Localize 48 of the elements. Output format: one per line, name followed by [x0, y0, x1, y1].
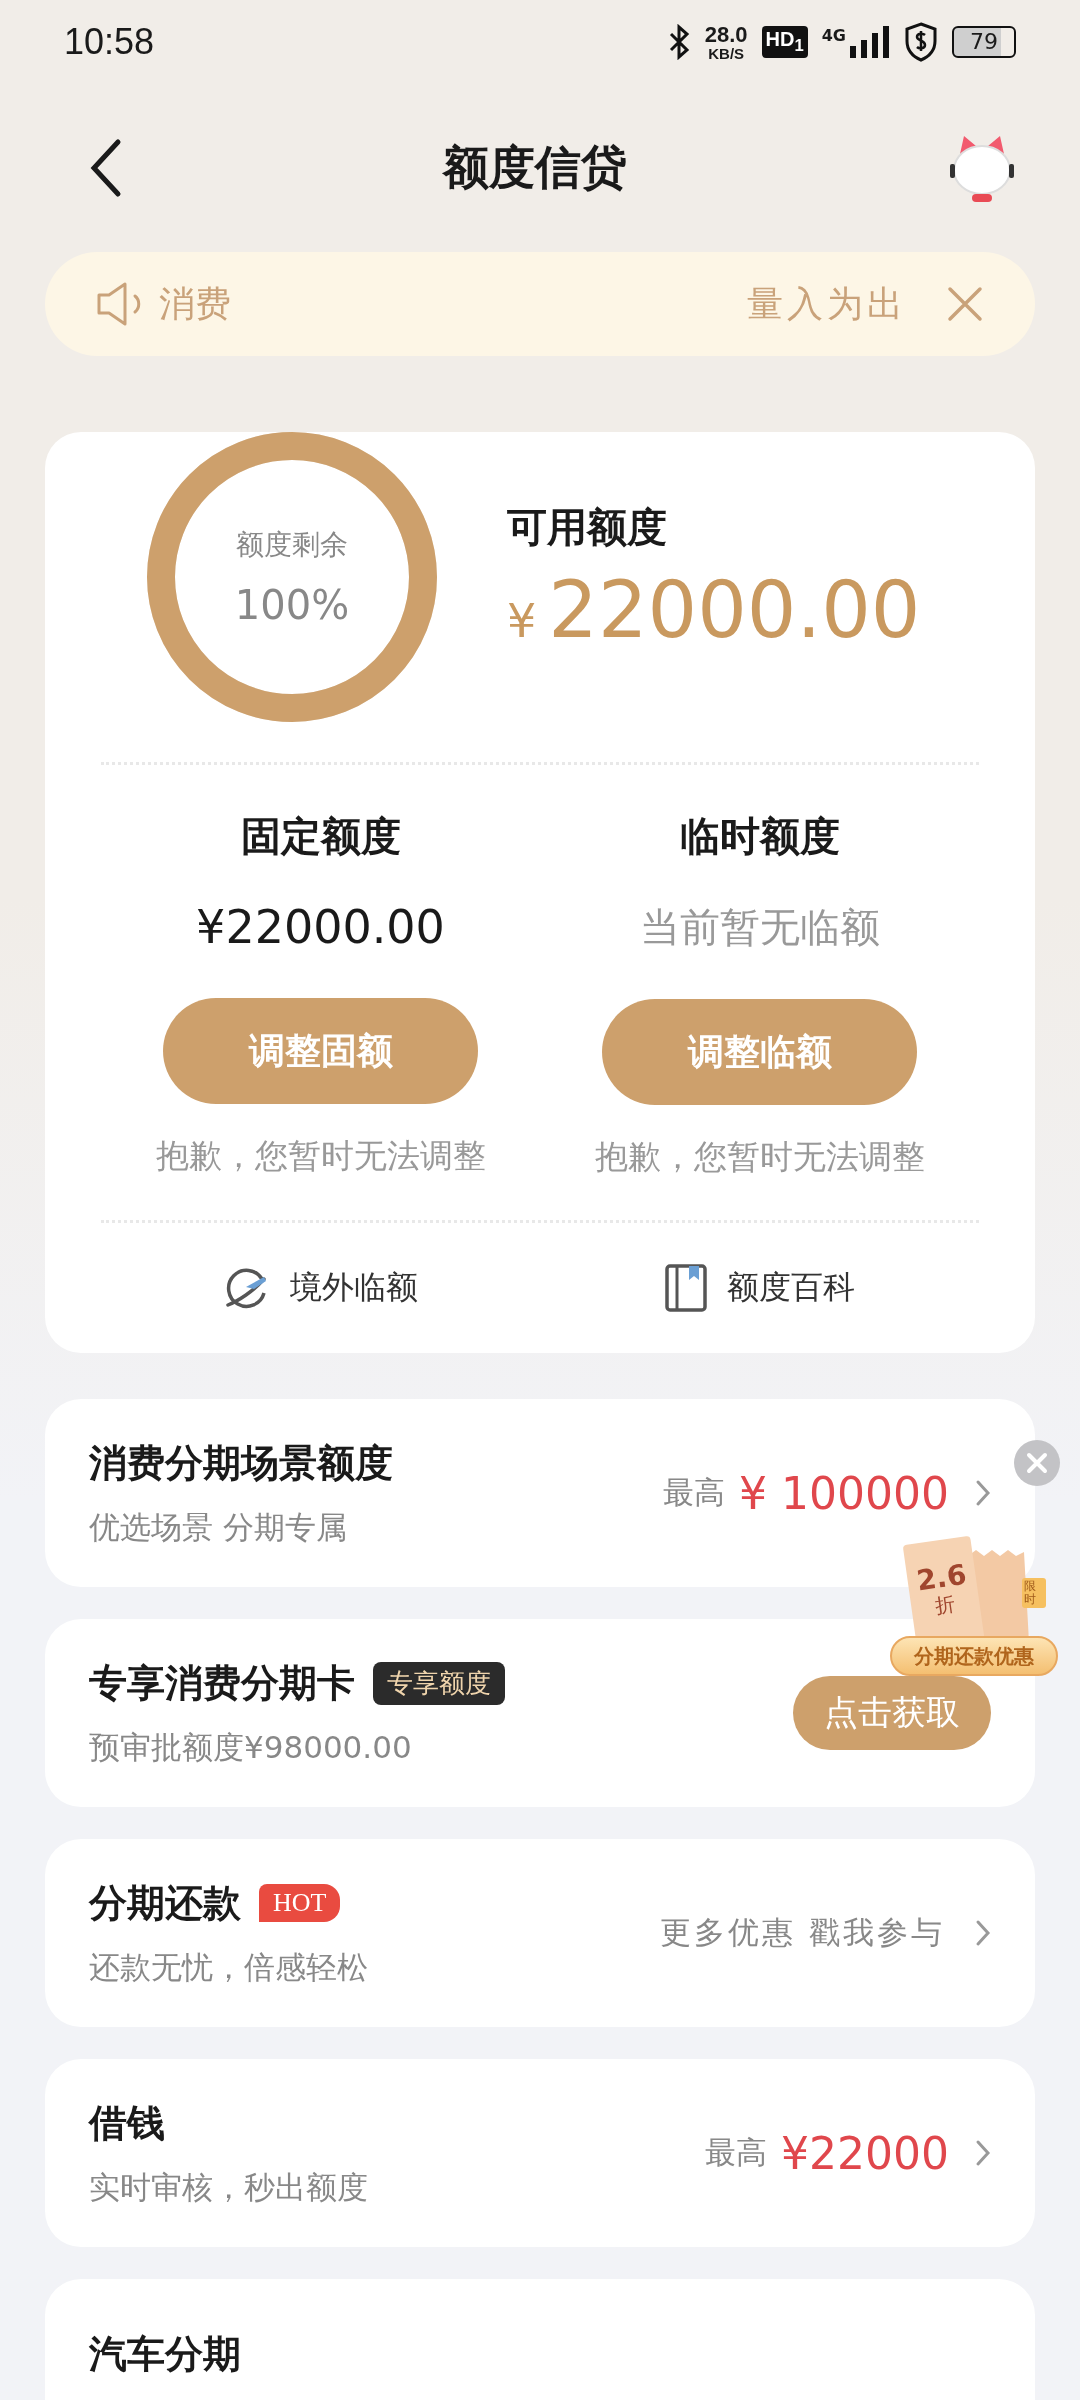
max-amount: ¥22000 — [781, 2127, 949, 2179]
card-subtitle: 优选场景 分期专属 — [89, 1507, 348, 1547]
quota-title: 临时额度 — [679, 812, 840, 861]
card-tag: HOT — [259, 1884, 341, 1922]
signal-icon — [850, 24, 890, 60]
quota-amount: 当前暂无临额 — [639, 903, 880, 952]
currency-sign: ¥ — [507, 593, 537, 648]
card-subtitle: 预审批额度¥98000.00 — [89, 1727, 413, 1767]
network-type: 4G — [821, 26, 846, 45]
hd-badge: HD$_{1}$ — [761, 26, 808, 58]
chevron-icon — [975, 2139, 991, 2167]
status-time: 10:58 — [64, 21, 155, 63]
ring-label: 额度剩余 — [236, 527, 348, 563]
product-card[interactable]: 分期还款 HOT 还款无忧，倍感轻松 更多优惠 戳我参与 — [45, 1839, 1035, 2027]
quota-title: 固定额度 — [240, 812, 401, 861]
page-title: 额度信贷 — [443, 139, 627, 196]
card-title: 分期还款 — [89, 1879, 241, 1927]
card-title: 专享消费分期卡 — [89, 1659, 355, 1707]
available-label: 可用额度 — [507, 502, 668, 552]
available-amount: 22000.00 — [548, 564, 921, 655]
chevron-icon — [975, 1919, 991, 1947]
network-speed: 28.0 — [704, 23, 748, 46]
card-title: 借钱 — [89, 2099, 165, 2147]
notice-text: 消费 — [159, 281, 231, 326]
ring-value: 100% — [234, 582, 350, 628]
card-subtitle: 实时审核，秒出额度 — [89, 2167, 368, 2207]
amount-prefix: 最高 — [663, 1473, 726, 1512]
quota-note: 抱歉，您暂时无法调整 — [594, 1136, 925, 1178]
link-label[interactable]: 境外临额 — [289, 1266, 418, 1310]
max-amount: ¥ 100000 — [739, 1467, 949, 1519]
card-title: 消费分期场景额度 — [89, 1439, 393, 1487]
link-label[interactable]: 额度百科 — [726, 1266, 855, 1310]
card-title: 汽车分期 — [89, 2331, 241, 2378]
battery-indicator: 79 — [952, 26, 1016, 58]
card-tag: 专享额度 — [373, 1661, 505, 1705]
speed-unit: KB/S — [708, 45, 745, 61]
product-card[interactable]: 汽车分期 — [45, 2279, 1035, 2400]
promo-link[interactable]: 更多优惠 戳我参与 — [660, 1912, 945, 1954]
book-icon — [664, 1264, 707, 1312]
quota-note: 抱歉，您暂时无法调整 — [155, 1135, 486, 1177]
chevron-icon — [975, 1479, 991, 1507]
amount-prefix: 最高 — [705, 2133, 768, 2172]
limited-tag: 限时 — [1022, 1578, 1046, 1609]
notice-text: 量入为出 — [747, 281, 907, 326]
quota-amount: ¥22000.00 — [196, 900, 445, 954]
product-card[interactable]: 借钱 实时审核，秒出额度 最高 ¥22000 — [45, 2059, 1035, 2247]
card-subtitle: 还款无忧，倍感轻松 — [89, 1947, 368, 1987]
shield-icon — [904, 22, 938, 62]
